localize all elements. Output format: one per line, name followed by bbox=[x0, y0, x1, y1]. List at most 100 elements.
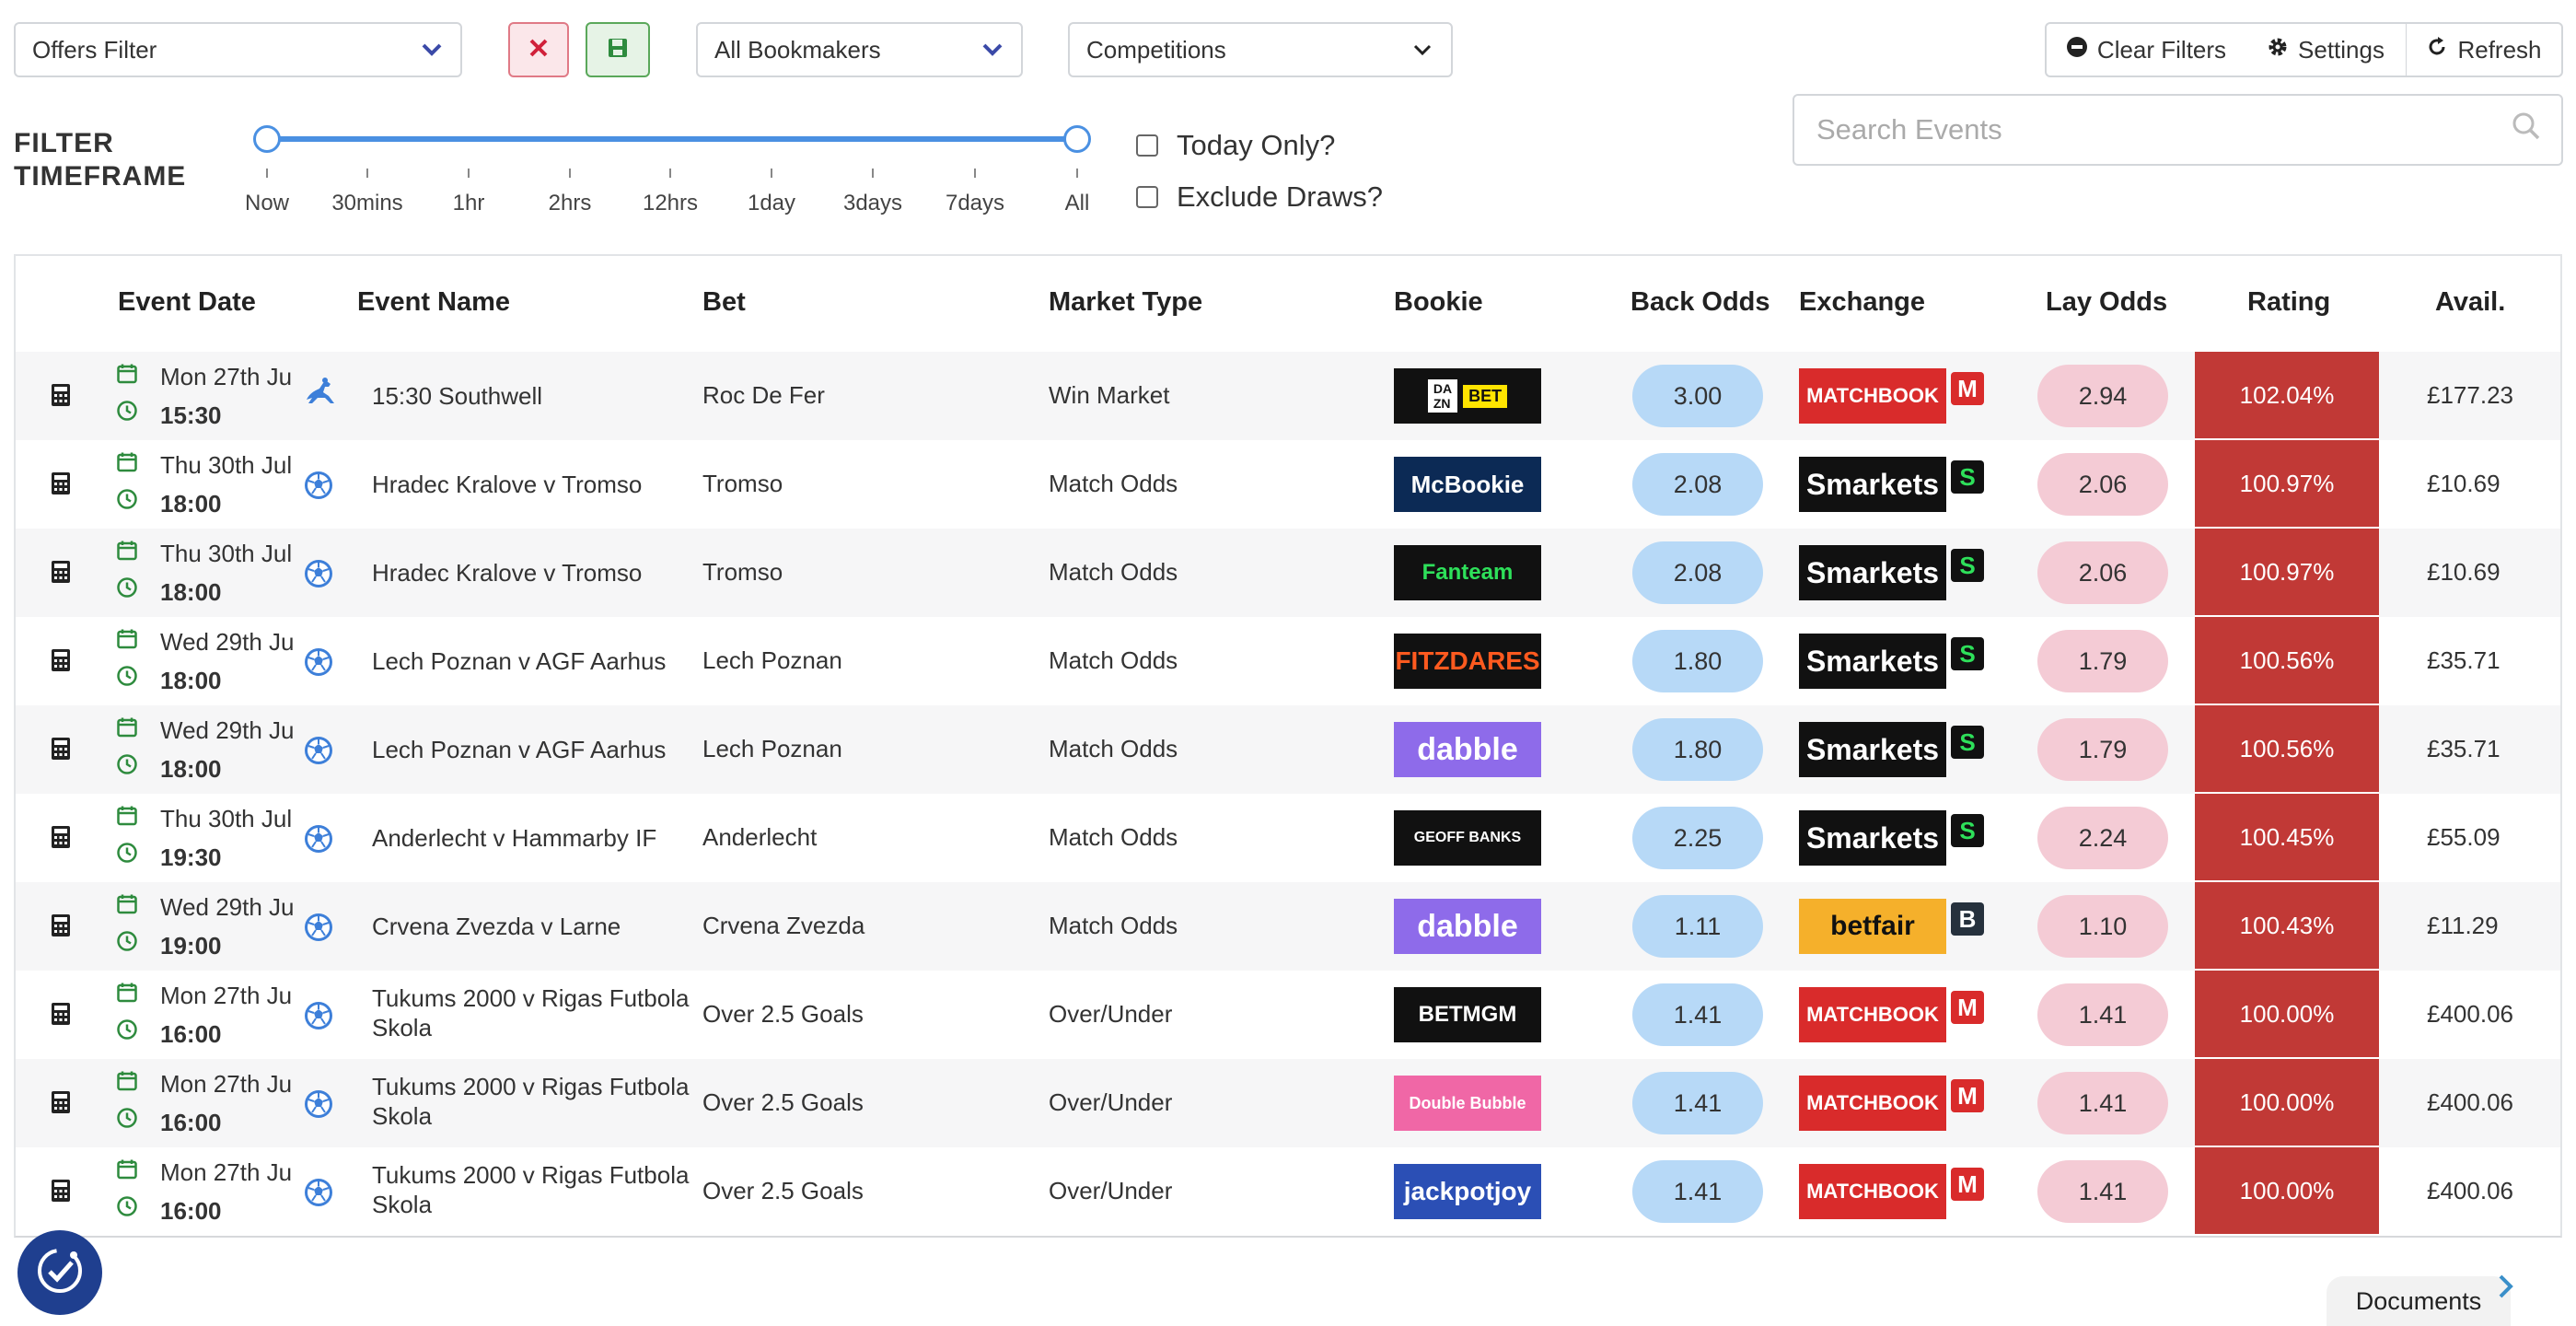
lay-odds-button[interactable]: 1.79 bbox=[2037, 718, 2168, 781]
table-row[interactable]: Mon 27th Ju 15:30 15:30 Southwell Roc De Fe… bbox=[16, 352, 2560, 440]
bookie-logo[interactable]: dabble bbox=[1394, 899, 1541, 954]
table-row[interactable]: Thu 30th Jul 19:30 Anderlecht v Hammarby I… bbox=[16, 794, 2560, 882]
header-market-type[interactable]: Market Type bbox=[1049, 287, 1202, 318]
table-row[interactable]: Thu 30th Jul 18:00 Hradec Kralove v Tromso… bbox=[16, 440, 2560, 529]
bookie-logo[interactable]: GEOFF BANKS bbox=[1394, 810, 1541, 866]
table-row[interactable]: Wed 29th Ju 19:00 Crvena Zvezda v Larne Crv… bbox=[16, 882, 2560, 971]
exchange-icon[interactable]: M bbox=[1951, 372, 1984, 405]
back-odds-button[interactable]: 3.00 bbox=[1632, 365, 1763, 427]
table-row[interactable]: Mon 27th Ju 16:00 Tukums 2000 v Rigas Futb… bbox=[16, 1059, 2560, 1147]
lay-odds-button[interactable]: 1.41 bbox=[2037, 983, 2168, 1046]
exchange-logo[interactable]: MATCHBOOK bbox=[1799, 1076, 1946, 1131]
lay-odds-button[interactable]: 1.41 bbox=[2037, 1160, 2168, 1223]
exchange-icon[interactable]: S bbox=[1951, 726, 1984, 759]
lay-odds-button[interactable]: 2.06 bbox=[2037, 541, 2168, 604]
event-name[interactable]: Lech Poznan v AGF Aarhus bbox=[372, 646, 666, 676]
exchange-icon[interactable]: M bbox=[1951, 1168, 1984, 1201]
back-odds-button[interactable]: 2.25 bbox=[1632, 807, 1763, 869]
bookie-logo[interactable]: BETMGM bbox=[1394, 987, 1541, 1042]
exchange-icon[interactable]: M bbox=[1951, 1079, 1984, 1112]
lay-odds-button[interactable]: 1.79 bbox=[2037, 630, 2168, 692]
bookie-logo[interactable]: Double Bubble bbox=[1394, 1076, 1541, 1131]
calculator-icon[interactable] bbox=[51, 383, 71, 413]
bookie-logo[interactable]: DA ZN BET bbox=[1394, 368, 1541, 424]
calculator-icon[interactable] bbox=[51, 560, 71, 590]
competitions-dropdown[interactable]: Competitions bbox=[1068, 22, 1453, 77]
header-bet[interactable]: Bet bbox=[702, 287, 746, 318]
header-bookie[interactable]: Bookie bbox=[1394, 287, 1483, 318]
accessibility-button[interactable] bbox=[17, 1230, 102, 1315]
search-events-box[interactable] bbox=[1793, 94, 2563, 166]
exchange-logo[interactable]: MATCHBOOK bbox=[1799, 368, 1946, 424]
chevron-right-icon[interactable] bbox=[2497, 1274, 2519, 1301]
exchange-icon[interactable]: M bbox=[1951, 991, 1984, 1024]
timeframe-slider[interactable]: Now 30mins 1hr 2hrs 12hrs 1day 3days 7days All bbox=[0, 0, 1105, 230]
bookie-logo[interactable]: Fanteam bbox=[1394, 545, 1541, 600]
exchange-logo[interactable]: Smarkets bbox=[1799, 810, 1946, 866]
exchange-logo[interactable]: Smarkets bbox=[1799, 634, 1946, 689]
back-odds-button[interactable]: 1.41 bbox=[1632, 983, 1763, 1046]
calculator-icon[interactable] bbox=[51, 737, 71, 767]
lay-odds-button[interactable]: 2.94 bbox=[2037, 365, 2168, 427]
today-only-checkbox[interactable] bbox=[1136, 134, 1158, 157]
bookie-logo[interactable]: dabble bbox=[1394, 722, 1541, 777]
lay-odds-button[interactable]: 1.41 bbox=[2037, 1072, 2168, 1134]
exchange-icon[interactable]: S bbox=[1951, 637, 1984, 670]
event-name[interactable]: Hradec Kralove v Tromso bbox=[372, 470, 642, 499]
calculator-icon[interactable] bbox=[51, 1090, 71, 1121]
back-odds-button[interactable]: 1.80 bbox=[1632, 630, 1763, 692]
exchange-icon[interactable]: S bbox=[1951, 460, 1984, 494]
exchange-icon[interactable]: S bbox=[1951, 549, 1984, 582]
header-event-name[interactable]: Event Name bbox=[357, 287, 510, 318]
slider-handle-start[interactable] bbox=[253, 125, 281, 153]
header-event-date[interactable]: Event Date bbox=[118, 287, 256, 318]
calculator-icon[interactable] bbox=[51, 648, 71, 679]
table-row[interactable]: Wed 29th Ju 18:00 Lech Poznan v AGF Aarhus… bbox=[16, 617, 2560, 705]
settings-button[interactable]: Settings bbox=[2245, 22, 2408, 77]
event-name[interactable]: Tukums 2000 v Rigas Futbola Skola bbox=[372, 1160, 689, 1219]
header-avail[interactable]: Avail. bbox=[2435, 287, 2505, 318]
bookie-logo[interactable]: FITZDARES bbox=[1394, 634, 1541, 689]
header-back-odds[interactable]: Back Odds bbox=[1630, 287, 1770, 318]
bookie-logo[interactable]: McBookie bbox=[1394, 457, 1541, 512]
lay-odds-button[interactable]: 2.06 bbox=[2037, 453, 2168, 516]
lay-odds-button[interactable]: 2.24 bbox=[2037, 807, 2168, 869]
exchange-logo[interactable]: betfair bbox=[1799, 899, 1946, 954]
calculator-icon[interactable] bbox=[51, 1179, 71, 1209]
exchange-logo[interactable]: Smarkets bbox=[1799, 722, 1946, 777]
exclude-draws-checkbox[interactable] bbox=[1136, 186, 1158, 208]
event-name[interactable]: Tukums 2000 v Rigas Futbola Skola bbox=[372, 983, 689, 1042]
back-odds-button[interactable]: 1.11 bbox=[1632, 895, 1763, 958]
event-name[interactable]: Hradec Kralove v Tromso bbox=[372, 558, 642, 587]
bookie-logo[interactable]: jackpotjoy bbox=[1394, 1164, 1541, 1219]
event-name[interactable]: Tukums 2000 v Rigas Futbola Skola bbox=[372, 1072, 689, 1131]
calculator-icon[interactable] bbox=[51, 1002, 71, 1032]
table-row[interactable]: Mon 27th Ju 16:00 Tukums 2000 v Rigas Futb… bbox=[16, 971, 2560, 1059]
documents-tab[interactable]: Documents bbox=[2327, 1276, 2511, 1326]
exchange-logo[interactable]: Smarkets bbox=[1799, 457, 1946, 512]
search-icon[interactable] bbox=[2512, 111, 2541, 148]
header-lay-odds[interactable]: Lay Odds bbox=[2046, 287, 2167, 318]
clear-filters-button[interactable]: Clear Filters bbox=[2045, 22, 2247, 77]
back-odds-button[interactable]: 2.08 bbox=[1632, 453, 1763, 516]
back-odds-button[interactable]: 1.41 bbox=[1632, 1072, 1763, 1134]
calculator-icon[interactable] bbox=[51, 913, 71, 944]
table-row[interactable]: Wed 29th Ju 18:00 Lech Poznan v AGF Aarhus… bbox=[16, 705, 2560, 794]
slider-handle-end[interactable] bbox=[1063, 125, 1091, 153]
exchange-icon[interactable]: B bbox=[1951, 902, 1984, 936]
lay-odds-button[interactable]: 1.10 bbox=[2037, 895, 2168, 958]
event-name[interactable]: Lech Poznan v AGF Aarhus bbox=[372, 735, 666, 764]
refresh-button[interactable]: Refresh bbox=[2407, 22, 2563, 77]
header-exchange[interactable]: Exchange bbox=[1799, 287, 1925, 318]
exchange-logo[interactable]: Smarkets bbox=[1799, 545, 1946, 600]
exchange-icon[interactable]: S bbox=[1951, 814, 1984, 847]
event-name[interactable]: 15:30 Southwell bbox=[372, 381, 542, 411]
search-input[interactable] bbox=[1815, 112, 2512, 147]
calculator-icon[interactable] bbox=[51, 825, 71, 855]
exchange-logo[interactable]: MATCHBOOK bbox=[1799, 1164, 1946, 1219]
table-row[interactable]: Mon 27th Ju 16:00 Tukums 2000 v Rigas Futb… bbox=[16, 1147, 2560, 1236]
table-row[interactable]: Thu 30th Jul 18:00 Hradec Kralove v Tromso… bbox=[16, 529, 2560, 617]
header-rating[interactable]: Rating bbox=[2247, 287, 2330, 318]
back-odds-button[interactable]: 2.08 bbox=[1632, 541, 1763, 604]
back-odds-button[interactable]: 1.80 bbox=[1632, 718, 1763, 781]
